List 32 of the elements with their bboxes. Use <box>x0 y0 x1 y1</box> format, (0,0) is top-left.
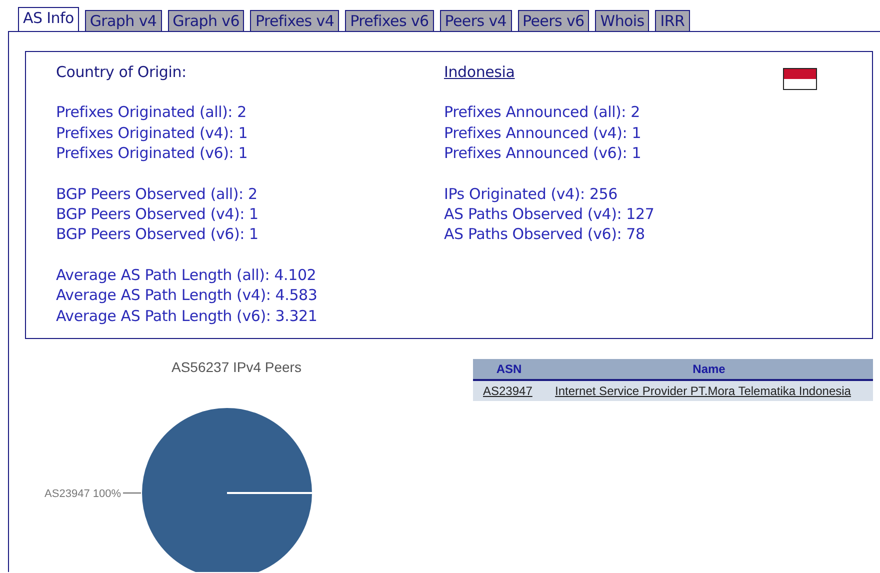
column-header: ASN <box>473 359 546 380</box>
tab[interactable]: Peers v4 <box>440 10 512 31</box>
tab[interactable]: IRR <box>655 10 690 31</box>
stat-text: BGP Peers Observed (all): 2 <box>56 184 258 204</box>
leader-line <box>122 492 142 494</box>
column-header: Name <box>545 359 873 380</box>
stat-text: Average AS Path Length (all): 4.102 <box>56 264 318 286</box>
flag-icon <box>783 68 817 90</box>
stat-text: AS Paths Observed (v6): 78 <box>444 224 646 245</box>
tab[interactable]: AS Info <box>18 7 79 31</box>
stat-text: Prefixes Announced (all): 2 <box>444 102 641 123</box>
field-label: Country of Origin: <box>56 62 188 82</box>
stat-text: Prefixes Announced (v6): 1 <box>444 143 642 164</box>
stat-text: AS Paths Observed (v4): 127 <box>444 204 656 224</box>
stat-text: Prefixes Originated (v6): 1 <box>56 143 249 164</box>
slice-label: AS23947 100% <box>44 488 121 500</box>
stat-text: Average AS Path Length (v4): 4.583 <box>56 285 318 306</box>
chart-title: AS56237 IPv4 Peers <box>170 359 302 375</box>
stat-text: BGP Peers Observed (v4): 1 <box>56 204 260 224</box>
stat-text: BGP Peers Observed (v6): 1 <box>56 224 260 245</box>
stat-text: IPs Originated (v4): 256 <box>444 184 618 204</box>
country-link[interactable]: Indonesia <box>444 62 515 82</box>
tab[interactable]: Graph v6 <box>168 10 244 31</box>
stat-text: Prefixes Originated (v4): 1 <box>56 122 249 144</box>
stat-text: Prefixes Announced (v4): 1 <box>444 122 642 144</box>
tab[interactable]: Graph v4 <box>84 10 162 31</box>
tab[interactable]: Prefixes v6 <box>345 10 434 31</box>
tab[interactable]: Whois <box>595 10 650 31</box>
tab[interactable]: Peers v6 <box>518 10 590 31</box>
stat-text: Average AS Path Length (v6): 3.321 <box>56 306 318 326</box>
stat-text: Prefixes Originated (all): 2 <box>56 102 248 123</box>
tab[interactable]: Prefixes v4 <box>250 10 340 31</box>
